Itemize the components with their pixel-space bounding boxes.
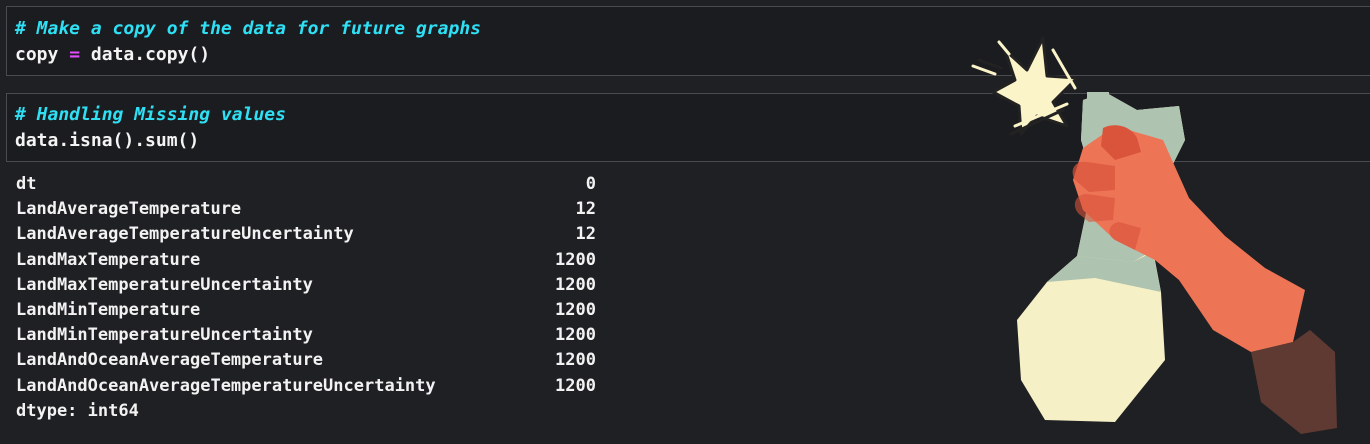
output-row: LandAverageTemperature 12 bbox=[16, 197, 596, 222]
output-row: LandAndOceanAverageTemperature 1200 bbox=[16, 348, 596, 373]
code-comment: # Make a copy of the data for future gra… bbox=[15, 18, 481, 39]
output-row: LandAverageTemperatureUncertainty 12 bbox=[16, 222, 596, 247]
output-row: LandMaxTemperatureUncertainty 1200 bbox=[16, 273, 596, 298]
column-name: LandAndOceanAverageTemperatureUncertaint… bbox=[16, 375, 436, 396]
column-name: LandMinTemperature bbox=[16, 299, 201, 320]
missing-count: 1200 bbox=[555, 375, 596, 396]
missing-count: 0 bbox=[585, 174, 596, 194]
assign-operator: = bbox=[69, 44, 81, 65]
column-name: LandMinTemperatureUncertainty bbox=[16, 325, 313, 346]
dtype-label: dtype: int64 bbox=[16, 400, 139, 421]
code-comment: # Handling Missing values bbox=[15, 104, 286, 125]
column-name: LandMaxTemperatureUncertainty bbox=[16, 274, 313, 295]
output-row: LandMinTemperatureUncertainty 1200 bbox=[16, 323, 596, 348]
spray-bottle-hand-icon bbox=[965, 30, 1370, 440]
code-line: copy = data.copy() bbox=[15, 43, 210, 67]
column-name: LandAverageTemperature bbox=[16, 199, 242, 220]
cell-output: dt 0 LandAverageTemperature 12 LandAverage… bbox=[16, 172, 596, 424]
output-row: dt 0 bbox=[16, 172, 596, 197]
code-line: data.isna().sum() bbox=[15, 130, 200, 151]
column-name: LandAndOceanAverageTemperature bbox=[16, 350, 324, 371]
output-row: LandMinTemperature 1200 bbox=[16, 298, 596, 323]
code-token: data.copy() bbox=[90, 44, 211, 65]
output-row: LandAndOceanAverageTemperatureUncertaint… bbox=[16, 374, 596, 399]
missing-count: 12 bbox=[575, 199, 596, 220]
missing-count: 1200 bbox=[555, 350, 596, 371]
missing-count: 1200 bbox=[555, 299, 596, 320]
missing-count: 1200 bbox=[555, 325, 596, 346]
missing-count: 1200 bbox=[555, 274, 596, 295]
spray-burst-icon bbox=[971, 36, 1079, 136]
output-row: LandMaxTemperature 1200 bbox=[16, 248, 596, 273]
missing-count: 12 bbox=[575, 224, 596, 245]
column-name: dt bbox=[16, 174, 37, 194]
column-name: LandMaxTemperature bbox=[16, 249, 201, 270]
column-name: LandAverageTemperatureUncertainty bbox=[16, 224, 354, 245]
missing-count: 1200 bbox=[555, 249, 596, 270]
code-token: copy bbox=[15, 44, 59, 65]
